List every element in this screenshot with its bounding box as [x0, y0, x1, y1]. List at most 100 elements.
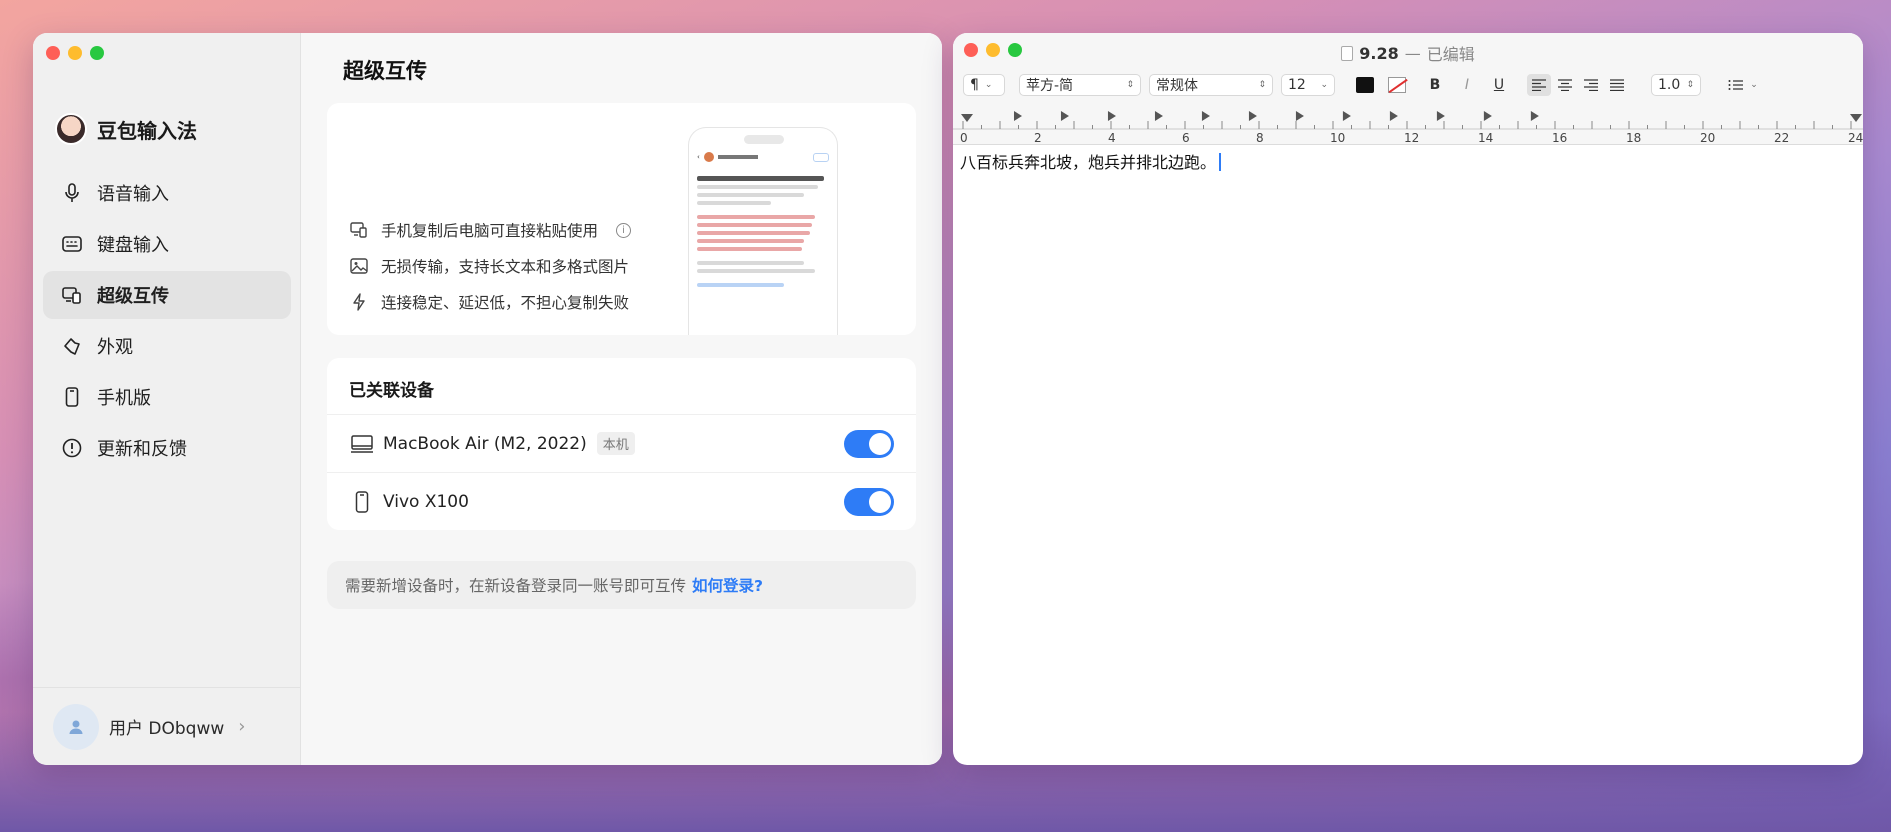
text-cursor [1219, 153, 1222, 171]
align-right-icon[interactable] [1579, 74, 1603, 96]
device-row: Vivo X100 [327, 472, 916, 530]
phone-icon [61, 386, 83, 408]
tab-stop-marker [1436, 111, 1445, 121]
window-title: 9.28 — 已编辑 [953, 41, 1863, 65]
align-left-icon[interactable] [1527, 74, 1551, 96]
list-icon [1728, 80, 1744, 90]
avatar [53, 703, 99, 750]
main-panel: 超级互传 手机复制后电脑可直接粘贴使用 i 无损传输，支持长文本和多格式图片 连 [301, 33, 942, 765]
device-name: Vivo X100 [383, 491, 469, 512]
align-center-icon[interactable] [1553, 74, 1577, 96]
device-name: MacBook Air (M2, 2022) [383, 433, 587, 454]
keyboard-icon [61, 233, 83, 255]
sidebar-item-super-transfer[interactable]: 超级互传 [43, 271, 291, 319]
user-account-row[interactable]: 用户 DObqww › [33, 687, 300, 765]
tab-stop-marker [1248, 111, 1257, 121]
text-color-swatch [1356, 77, 1374, 93]
sidebar-item-voice-input[interactable]: 语音输入 [43, 169, 291, 217]
highlight-color-button[interactable] [1385, 74, 1409, 96]
ruler-label: 10 [1330, 131, 1345, 145]
align-justify-icon[interactable] [1605, 74, 1629, 96]
indent-marker [961, 114, 973, 122]
feature-item: 手机复制后电脑可直接粘贴使用 i [349, 219, 632, 241]
italic-button[interactable]: I [1455, 74, 1479, 96]
document-text-area[interactable]: 八百标兵奔北坡，炮兵并排北边跑。 [960, 149, 1222, 173]
title-separator: — [1404, 43, 1421, 63]
chevron-down-icon: ⌄ [984, 80, 993, 90]
font-family-value: 苹方-简 [1026, 78, 1074, 94]
tab-stop-marker [1107, 111, 1116, 121]
zoom-window-button[interactable] [90, 46, 104, 60]
ruler-label: 22 [1774, 131, 1789, 145]
font-style-value: 常规体 [1156, 78, 1198, 94]
tab-stop-marker [1013, 111, 1022, 121]
ruler[interactable]: 0 2 4 6 8 10 12 14 16 18 20 22 24 [953, 103, 1863, 145]
section-title: 已关联设备 [349, 381, 434, 401]
feature-text: 手机复制后电脑可直接粘贴使用 [381, 222, 599, 240]
device-sync-toggle[interactable] [844, 429, 894, 458]
phone-icon [349, 489, 375, 515]
sidebar-item-keyboard-input[interactable]: 键盘输入 [43, 220, 291, 268]
app-brand: 豆包输入法 [55, 113, 197, 145]
ruler-label: 8 [1256, 131, 1264, 145]
underline-button[interactable]: U [1487, 74, 1511, 96]
minimize-window-button[interactable] [68, 46, 82, 60]
this-device-badge: 本机 [596, 432, 635, 455]
feature-text: 连接稳定、延迟低，不担心复制失败 [381, 294, 630, 312]
paragraph-icon: ¶ [970, 77, 979, 93]
paragraph-style-select[interactable]: ¶ ⌄ [963, 74, 1005, 96]
text-color-button[interactable] [1353, 74, 1377, 96]
document-text: 八百标兵奔北坡，炮兵并排北边跑。 [960, 153, 1217, 172]
sidebar-item-appearance[interactable]: 外观 [43, 322, 291, 370]
info-icon[interactable]: i [616, 222, 632, 238]
sidebar-item-label: 手机版 [97, 388, 151, 409]
line-spacing-value: 1.0 [1658, 77, 1681, 93]
app-name: 豆包输入法 [97, 118, 197, 143]
ruler-label: 14 [1478, 131, 1493, 145]
doubao-settings-window: 豆包输入法 语音输入 键盘输入 超级互传 外观 手机版 更新和反馈 用户 DOb… [33, 33, 942, 765]
how-to-login-link[interactable]: 如何登录? [692, 574, 763, 596]
line-spacing-select[interactable]: 1.0 ⇕ [1651, 74, 1701, 96]
person-icon [69, 720, 83, 734]
textedit-window: 9.28 — 已编辑 ¶ ⌄ 苹方-简 ⇕ 常规体 ⇕ 12 ⌄ B I U 1… [953, 33, 1863, 765]
close-window-button[interactable] [46, 46, 60, 60]
sidebar-item-update-feedback[interactable]: 更新和反馈 [43, 424, 291, 472]
font-size-value: 12 [1288, 77, 1306, 93]
page-title: 超级互传 [343, 59, 427, 83]
device-sync-toggle[interactable] [844, 487, 894, 516]
tab-stop-marker [1389, 111, 1398, 121]
alert-circle-icon [61, 437, 83, 459]
sidebar-nav: 语音输入 键盘输入 超级互传 外观 手机版 更新和反馈 [43, 169, 291, 475]
ruler-label: 18 [1626, 131, 1641, 145]
font-style-select[interactable]: 常规体 ⇕ [1149, 74, 1273, 96]
login-hint-banner: 需要新增设备时，在新设备登录同一账号即可互传 如何登录? [327, 561, 916, 609]
no-color-swatch [1388, 77, 1406, 93]
ruler-label: 0 [960, 131, 968, 145]
devices-icon [349, 220, 369, 240]
linked-devices-card: 已关联设备 MacBook Air (M2, 2022) 本机 Vivo X10… [327, 358, 916, 530]
alignment-group [1527, 74, 1629, 96]
bold-button[interactable]: B [1423, 74, 1447, 96]
ruler-label: 2 [1034, 131, 1042, 145]
sidebar: 豆包输入法 语音输入 键盘输入 超级互传 外观 手机版 更新和反馈 用户 DOb… [33, 33, 301, 765]
updown-chevron-icon: ⇕ [1686, 80, 1694, 90]
feature-text: 无损传输，支持长文本和多格式图片 [381, 258, 630, 276]
laptop-icon [349, 431, 375, 457]
document-name: 9.28 [1359, 43, 1399, 63]
sidebar-item-mobile[interactable]: 手机版 [43, 373, 291, 421]
tab-stop-marker [1483, 111, 1492, 121]
ruler-label: 6 [1182, 131, 1190, 145]
tab-stop-marker [1201, 111, 1210, 121]
feature-card: 手机复制后电脑可直接粘贴使用 i 无损传输，支持长文本和多格式图片 连接稳定、延… [327, 103, 916, 335]
sidebar-item-label: 外观 [97, 337, 133, 358]
document-icon [1341, 45, 1354, 61]
user-name: 用户 DObqww [109, 719, 225, 739]
feature-item: 无损传输，支持长文本和多格式图片 [349, 255, 629, 277]
font-family-select[interactable]: 苹方-简 ⇕ [1019, 74, 1141, 96]
list-bullets-button[interactable]: ⌄ [1725, 74, 1761, 96]
tab-stop-marker [1154, 111, 1163, 121]
tab-stop-marker [1060, 111, 1069, 121]
microphone-icon [61, 182, 83, 204]
font-size-select[interactable]: 12 ⌄ [1281, 74, 1335, 96]
lightning-icon [349, 292, 369, 312]
